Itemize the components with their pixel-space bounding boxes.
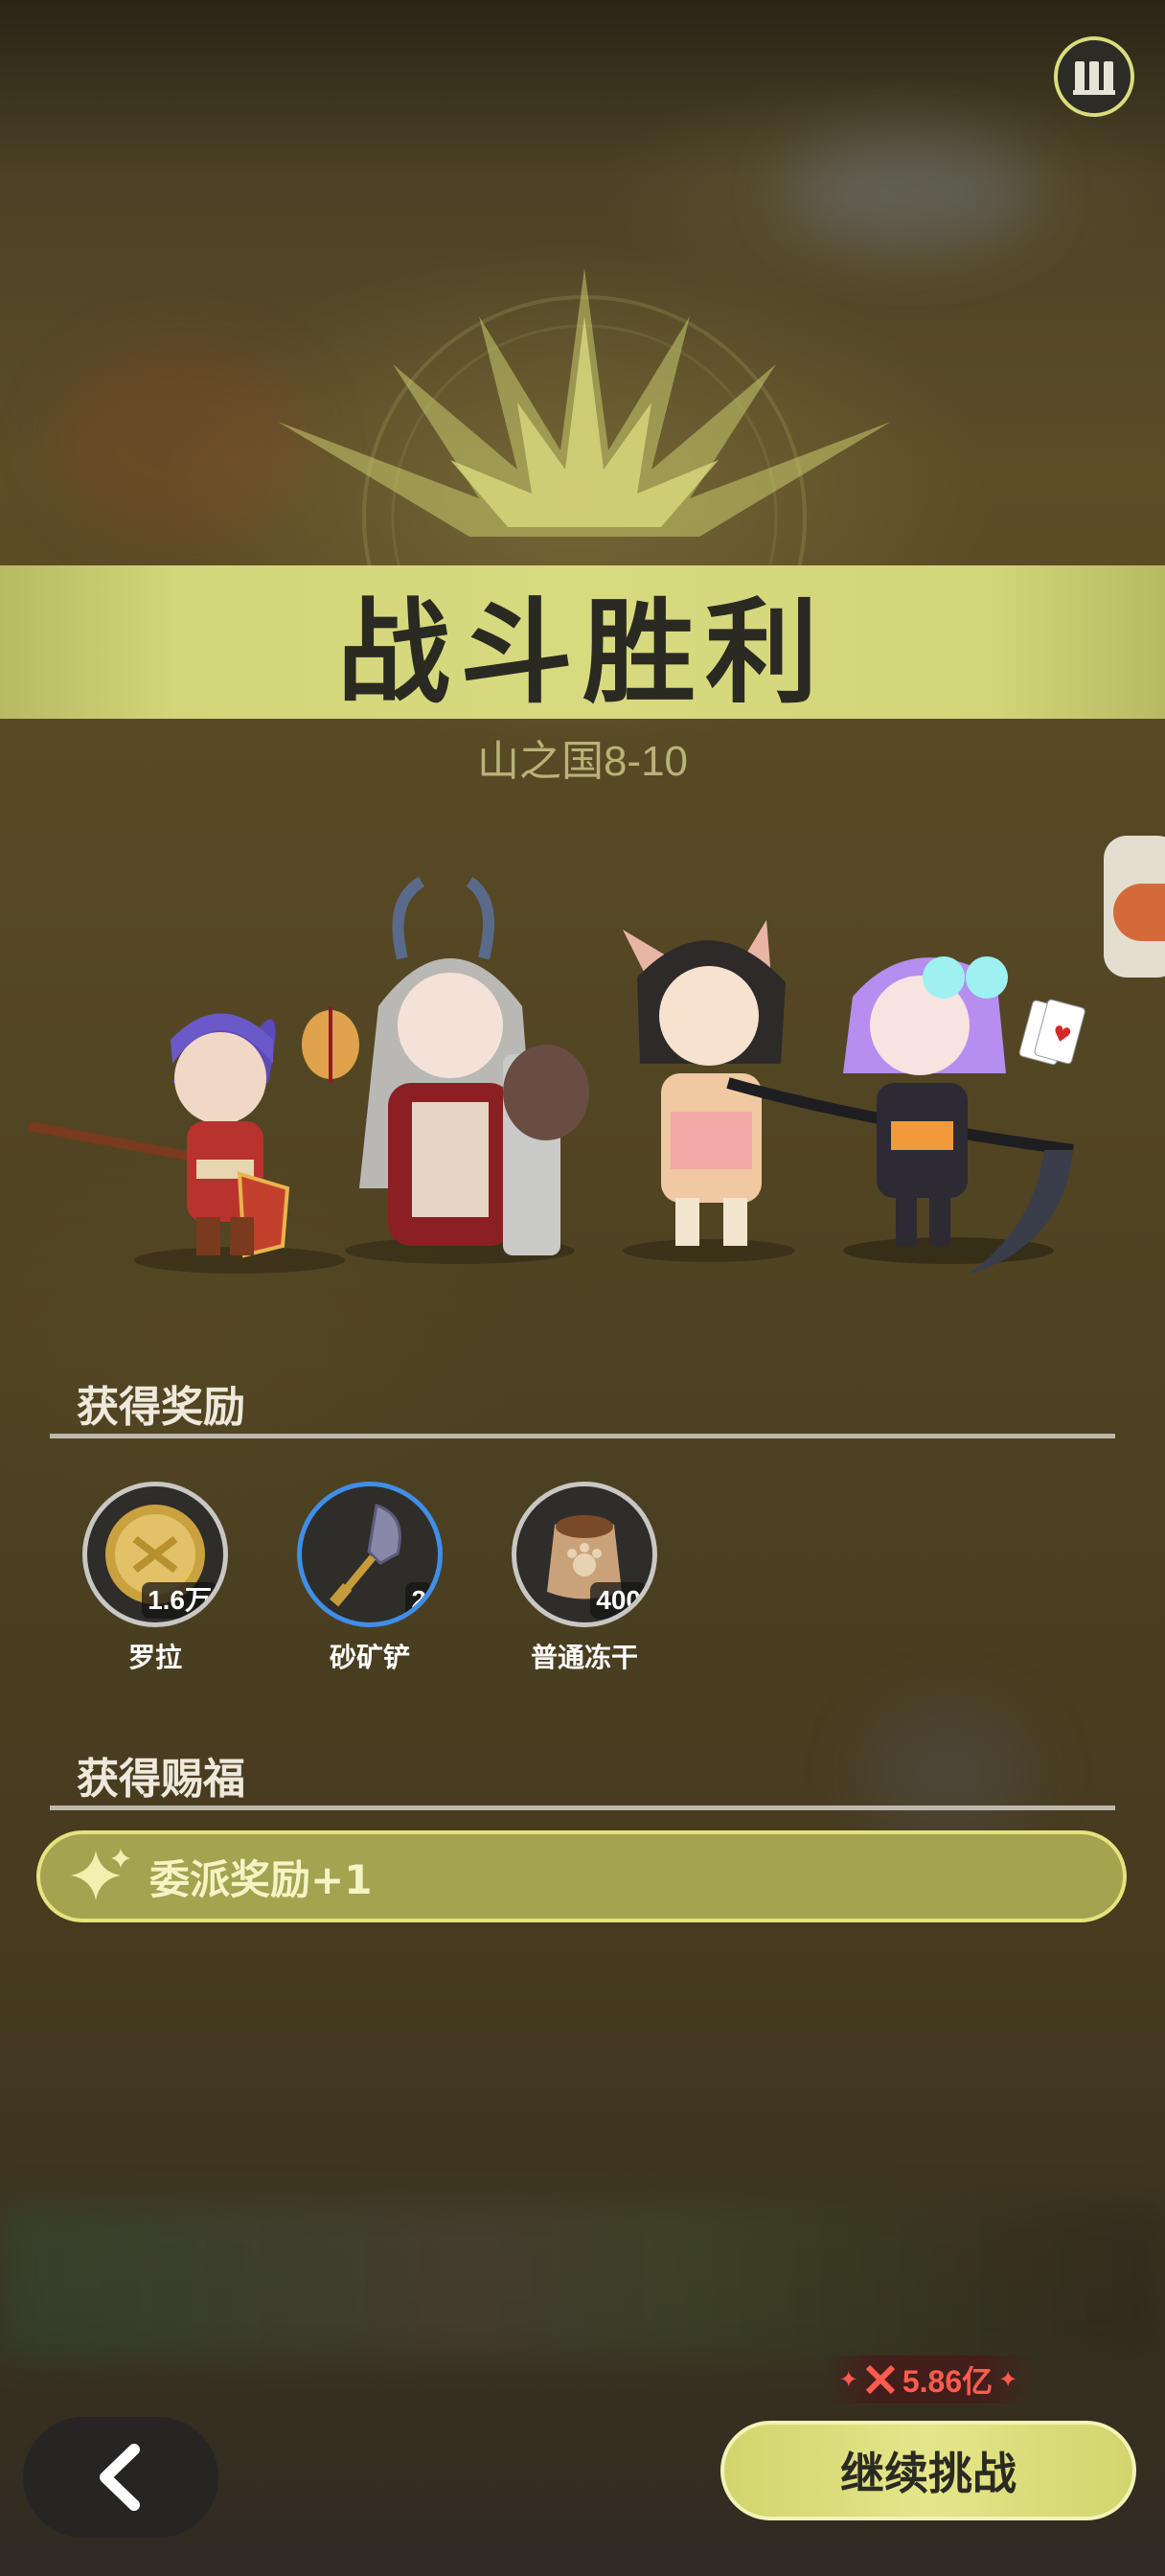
- star-icon: ✦: [998, 2366, 1018, 2393]
- swords-icon: [865, 2364, 895, 2395]
- bg-blob: [862, 1706, 1035, 1840]
- blessing-label: 委派奖励+1: [149, 1855, 373, 1903]
- reward-qty: 2: [405, 1582, 432, 1619]
- reward-name: 普通冻干: [530, 1642, 638, 1673]
- section-divider: [50, 1434, 1115, 1438]
- hero-2: [302, 876, 589, 1264]
- reward-name: 砂矿铲: [329, 1642, 410, 1673]
- reward-qty: 1.6万: [142, 1582, 217, 1619]
- victory-title: 战斗胜利: [336, 586, 828, 719]
- reward-item[interactable]: 1.6万 罗拉: [79, 1482, 232, 1675]
- arrow-left-icon: [100, 2444, 140, 2511]
- hero-party: ♥: [28, 876, 1085, 1275]
- victory-banner: 战斗胜利: [0, 565, 1165, 719]
- hero-1: [28, 1013, 345, 1274]
- menu-button[interactable]: [1054, 36, 1134, 117]
- reward-item[interactable]: 400 普通冻干: [508, 1482, 661, 1675]
- continue-challenge-button[interactable]: 继续挑战: [720, 2421, 1136, 2520]
- bg-blur-band: [0, 2204, 1165, 2358]
- book-icon: [1073, 61, 1115, 95]
- back-button[interactable]: [23, 2417, 218, 2538]
- section-divider: [50, 1806, 1115, 1810]
- sparkle-icon: [71, 1849, 130, 1900]
- reward-icon-frame: 2: [297, 1482, 443, 1627]
- star-icon: ✦: [838, 2366, 858, 2393]
- continue-label: 继续挑战: [840, 2448, 1017, 2499]
- reward-icon-frame: 1.6万: [82, 1482, 228, 1627]
- rewards-section-title: 获得奖励: [77, 1383, 245, 1432]
- reward-name: 罗拉: [127, 1642, 182, 1673]
- reward-qty: 400: [590, 1582, 647, 1619]
- blessing-item[interactable]: 委派奖励+1: [36, 1830, 1127, 1922]
- blessing-section-title: 获得赐福: [77, 1755, 245, 1804]
- reward-item[interactable]: 2 砂矿铲: [293, 1482, 446, 1675]
- reward-icon-frame: 400: [512, 1482, 657, 1627]
- power-value: 5.86亿: [902, 2364, 994, 2399]
- bg-blob: [786, 134, 1035, 249]
- power-indicator: ✦ 5.86亿 ✦: [822, 2356, 1035, 2404]
- stage-name: 山之国8-10: [476, 738, 689, 785]
